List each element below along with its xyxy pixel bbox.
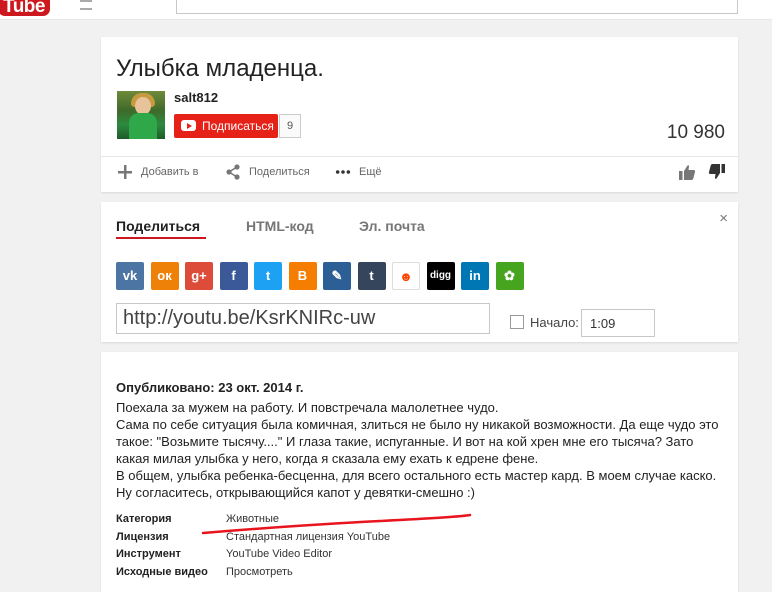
dislike-icon[interactable] (708, 163, 726, 181)
livejournal-icon[interactable]: ✎ (323, 262, 351, 290)
description-line: Сама по себе ситуация была комичная, зли… (116, 417, 719, 432)
twitter-icon[interactable]: t (254, 262, 282, 290)
active-tab-indicator (116, 237, 206, 239)
meta-label-tool: Инструмент (116, 548, 181, 560)
tumblr-icon[interactable]: t (357, 262, 386, 290)
divider (101, 156, 738, 157)
blogger-icon[interactable]: B (288, 262, 317, 290)
share-panel: Поделиться HTML-код Эл. почта × vk ок g+ f t… (101, 202, 738, 342)
more-button[interactable]: Ещё (335, 164, 395, 180)
start-time-checkbox[interactable] (510, 315, 524, 329)
description-line: В общем, улыбка ребенка-бесценна, для вс… (116, 468, 717, 483)
meta-label-source: Исходные видео (116, 566, 208, 578)
google-plus-icon[interactable]: g+ (185, 262, 213, 290)
more-label: Ещё (359, 166, 382, 178)
social-glyph: ок (157, 268, 172, 283)
channel-name[interactable]: salt812 (174, 90, 218, 105)
social-glyph: ☻ (399, 269, 413, 284)
tab-email[interactable]: Эл. почта (359, 218, 425, 234)
search-input[interactable] (176, 0, 738, 14)
odnoklassniki-icon[interactable]: ок (150, 262, 179, 290)
add-to-label: Добавить в (141, 166, 199, 178)
share-label: Поделиться (249, 166, 310, 178)
share-icon (226, 164, 240, 180)
social-glyph: vk (122, 268, 138, 283)
start-time-label: Начало: (530, 315, 579, 330)
social-glyph: t (265, 268, 271, 283)
meta-label-category: Категория (116, 513, 172, 525)
plus-icon (118, 165, 132, 179)
close-icon[interactable]: × (719, 210, 728, 227)
youtube-logo[interactable]: Tube (0, 0, 50, 17)
meta-value-license: Стандартная лицензия YouTube (226, 531, 391, 543)
social-glyph: digg (429, 270, 452, 281)
like-icon[interactable] (678, 163, 696, 181)
stumbleupon-icon[interactable]: ✿ (495, 262, 524, 290)
more-dots-icon (335, 170, 351, 174)
tab-embed[interactable]: HTML-код (246, 218, 314, 234)
subscribe-button[interactable]: Подписаться (174, 114, 278, 138)
social-glyph: t (369, 268, 374, 283)
social-glyph: ✿ (504, 268, 515, 283)
tab-share[interactable]: Поделиться (116, 218, 200, 234)
add-to-button[interactable]: Добавить в (117, 164, 217, 180)
meta-value-category[interactable]: Животные (226, 513, 279, 525)
social-glyph: ✎ (331, 268, 343, 283)
share-url-input[interactable] (116, 303, 490, 334)
meta-value-tool[interactable]: YouTube Video Editor (226, 548, 332, 560)
masthead: Tube (0, 0, 772, 20)
meta-label-license: Лицензия (116, 531, 169, 543)
vk-icon[interactable]: vk (116, 262, 144, 290)
social-glyph: in (469, 268, 481, 283)
subscriber-count: 9 (279, 114, 301, 138)
meta-value-source[interactable]: Просмотреть (226, 566, 293, 578)
guide-menu-icon[interactable] (80, 0, 92, 10)
subscribe-label: Подписаться (202, 119, 274, 133)
video-title: Улыбка младенца. (116, 55, 324, 82)
digg-icon[interactable]: digg (426, 262, 455, 290)
description-line: такое: "Возьмите тысячу...." И глаза так… (116, 434, 694, 449)
publish-date: Опубликовано: 23 окт. 2014 г. (116, 380, 304, 395)
youtube-play-icon (181, 120, 196, 131)
reddit-icon[interactable]: ☻ (392, 262, 420, 290)
linkedin-icon[interactable]: in (461, 262, 489, 290)
share-button[interactable]: Поделиться (225, 164, 325, 180)
logo-text: Tube (3, 0, 45, 17)
description-line: Ну согласитесь, открывающийся капот у де… (116, 485, 475, 500)
channel-avatar[interactable] (117, 91, 165, 139)
social-glyph: g+ (191, 268, 207, 283)
social-glyph: B (297, 268, 308, 283)
facebook-icon[interactable]: f (219, 262, 248, 290)
start-time-input[interactable] (581, 309, 655, 337)
social-glyph: f (231, 268, 236, 283)
description-line: какая милая улыбка у него, когда я сказа… (116, 451, 539, 466)
description-panel: Опубликовано: 23 окт. 2014 г. Поехала за… (101, 352, 738, 592)
view-count: 10 980 (666, 122, 725, 143)
description-line: Поехала за мужем на работу. И повстречал… (116, 400, 499, 415)
video-header-panel: Улыбка младенца. salt812 Подписаться 9 1… (101, 37, 738, 192)
